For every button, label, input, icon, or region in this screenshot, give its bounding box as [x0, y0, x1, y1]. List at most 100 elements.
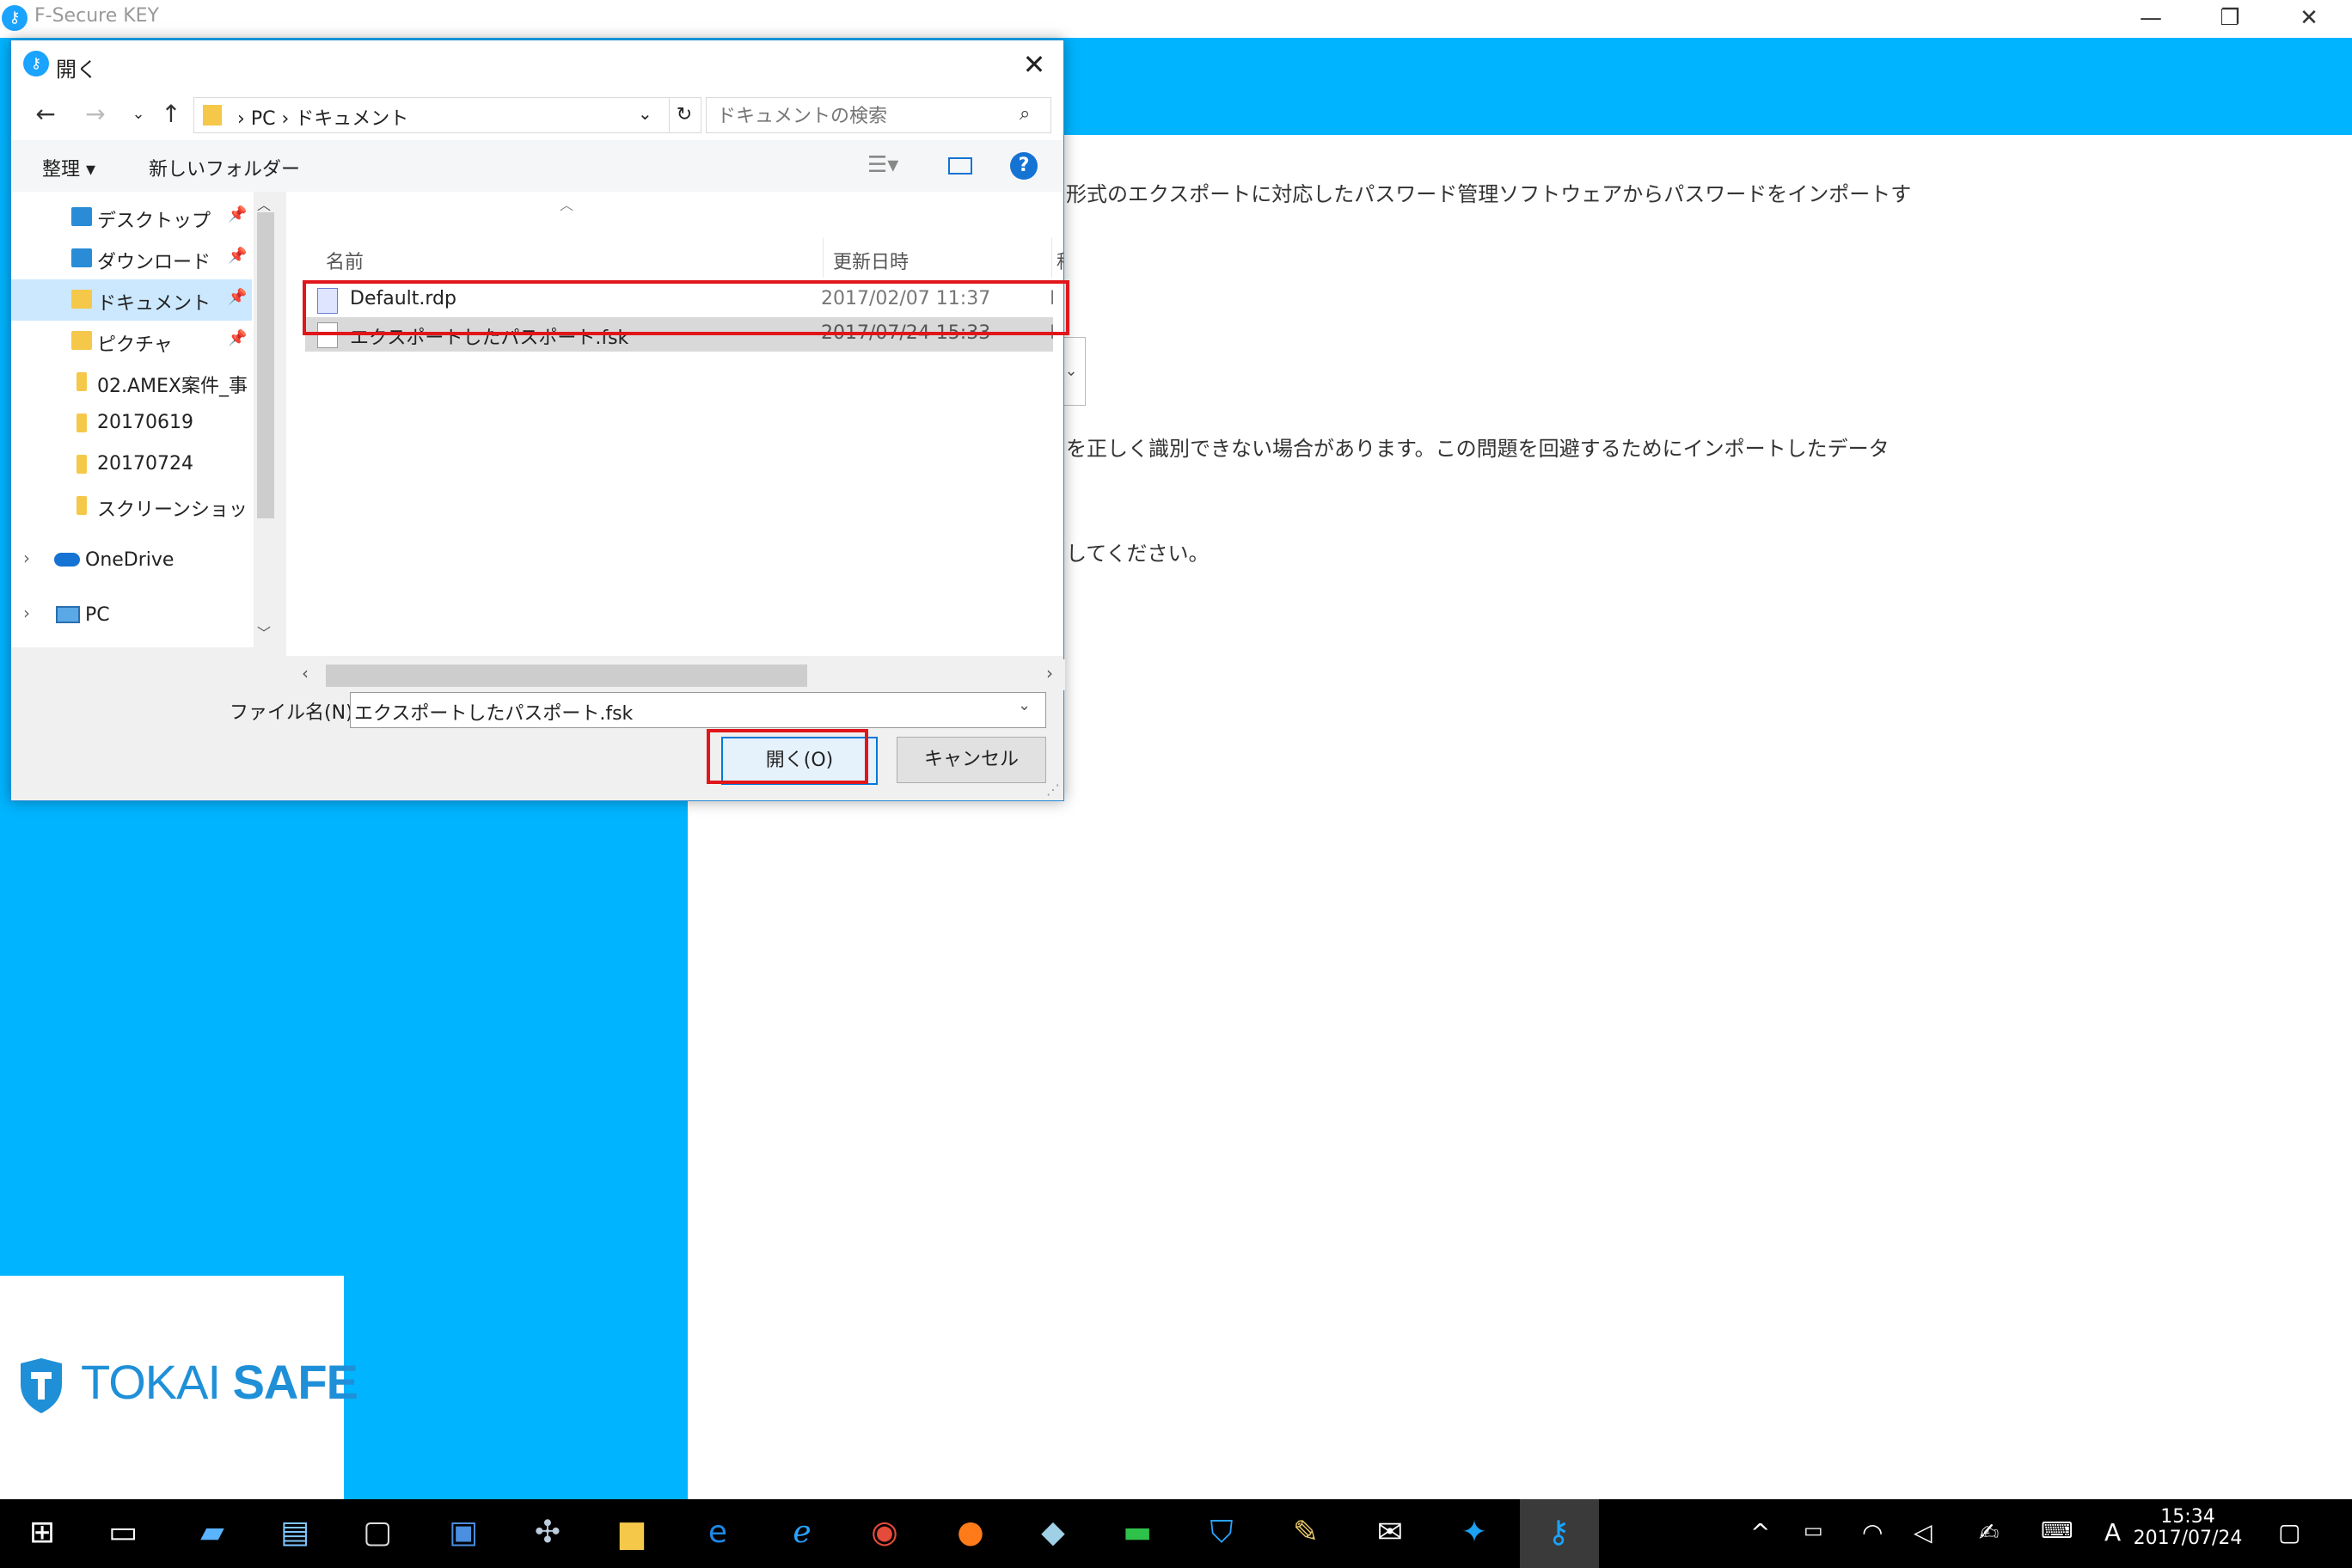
edge-browser-icon[interactable]: e	[696, 1511, 739, 1554]
preview-pane-icon[interactable]	[948, 157, 972, 175]
up-arrow-icon[interactable]: ↑	[156, 99, 187, 130]
windows-start-icon[interactable]: ⊞	[21, 1511, 64, 1554]
nav-scrollbar-thumb[interactable]	[257, 212, 274, 518]
scroll-down-icon[interactable]: ﹀	[257, 622, 271, 642]
column-header-type[interactable]: 種	[1057, 247, 1063, 274]
pen-workspace-icon[interactable]: ✍	[1979, 1518, 1999, 1547]
network-app-icon[interactable]: ✣	[526, 1511, 569, 1554]
wifi-icon[interactable]: ◠	[1862, 1518, 1883, 1547]
search-box[interactable]: ⌕	[706, 97, 1051, 133]
recent-locations-chevron-icon[interactable]: ⌄	[123, 99, 154, 130]
search-icon: ⌕	[1020, 103, 1031, 125]
expand-chevron-icon[interactable]: ›	[23, 603, 30, 623]
action-center-icon[interactable]: ▢	[2278, 1518, 2300, 1547]
onedrive-cloud-icon	[54, 553, 80, 567]
sort-indicator-icon: ︿	[560, 197, 574, 213]
nav-item-folder-20170619[interactable]: 20170619	[11, 403, 252, 444]
pc-app-icon[interactable]: ▰	[191, 1511, 234, 1554]
pin-icon: 📌	[228, 288, 248, 306]
notes-app-icon[interactable]: ✎	[1284, 1511, 1327, 1554]
downloads-folder-icon	[71, 248, 92, 267]
breadcrumb-documents[interactable]: ドキュメント	[295, 108, 408, 130]
dialog-title: 開く	[56, 58, 97, 82]
shield-logo-icon	[21, 1358, 62, 1413]
desktop-folder-icon	[71, 207, 92, 226]
nav-item-downloads[interactable]: ダウンロード 📌	[11, 238, 252, 279]
restore-button[interactable]: ❐	[2190, 0, 2269, 38]
dialog-close-button[interactable]: ✕	[1012, 46, 1057, 83]
refresh-icon[interactable]: ↻	[668, 97, 701, 133]
column-header-name[interactable]: 名前	[326, 247, 364, 274]
breadcrumb-pc[interactable]: PC	[251, 108, 276, 130]
touch-keyboard-icon[interactable]: ⌨	[2041, 1518, 2073, 1544]
key-icon: ⚷	[2, 5, 28, 31]
address-bar[interactable]: › PC › ドキュメント ⌄	[193, 97, 670, 133]
logo-text-thin: TOKAI	[81, 1355, 221, 1409]
command-prompt-icon[interactable]: ▢	[356, 1511, 399, 1554]
battery-icon[interactable]: ▭	[1804, 1518, 1823, 1542]
mail-icon[interactable]: ✉	[1369, 1511, 1412, 1554]
clock-date: 2017/07/24	[2133, 1528, 2243, 1549]
new-folder-button[interactable]: 新しいフォルダー	[149, 154, 300, 181]
close-button[interactable]: ✕	[2269, 0, 2349, 38]
folder-icon	[77, 413, 87, 432]
address-row: ← → ⌄ ↑ › PC › ドキュメント ⌄ ↻ ⌕	[11, 89, 1063, 140]
expand-chevron-icon[interactable]: ›	[23, 548, 30, 568]
filename-input[interactable]: エクスポートしたパスポート.fsk ⌄	[350, 692, 1046, 728]
app-tile-icon[interactable]: ◆	[1032, 1511, 1075, 1554]
control-panel-icon[interactable]: ▤	[273, 1511, 316, 1554]
scroll-right-icon[interactable]: ›	[1046, 663, 1053, 683]
organize-button[interactable]: 整理 ▾	[42, 154, 95, 181]
logo-text: TOKAI SAFE	[81, 1354, 358, 1410]
tokai-safe-shield-icon[interactable]: ⛉	[1200, 1511, 1243, 1554]
resize-grip-icon[interactable]: ⋰	[1046, 781, 1060, 798]
view-options-icon[interactable]: ☰▾	[867, 152, 898, 178]
volume-icon[interactable]: ◁	[1914, 1518, 1932, 1547]
nav-item-desktop[interactable]: デスクトップ 📌	[11, 197, 252, 238]
address-dropdown-icon[interactable]: ⌄	[638, 103, 652, 124]
nav-item-folder-amex[interactable]: 02.AMEX案件_事	[11, 362, 252, 403]
scroll-left-icon[interactable]: ‹	[302, 663, 309, 683]
content-text-2: を正しく識別できない場合があります。この問題を回避するためにインポートしたデータ	[1066, 437, 1890, 461]
remote-desktop-icon[interactable]: ▣	[442, 1511, 485, 1554]
taskbar: ⊞ ▭ ▰ ▤ ▢ ▣ ✣ ▆ e ℯ ◉ ● ◆ ▬ ⛉ ✎ ✉ ✦ ⚷ ^ …	[0, 1499, 2352, 1568]
ime-indicator[interactable]: A	[2104, 1518, 2121, 1547]
key-icon: ⚷	[23, 51, 49, 77]
task-view-icon[interactable]: ▭	[101, 1511, 144, 1554]
nav-item-documents[interactable]: ドキュメント 📌	[11, 279, 252, 321]
twitter-icon[interactable]: ✦	[1453, 1511, 1496, 1554]
help-icon[interactable]: ?	[1010, 152, 1038, 180]
pictures-folder-icon	[71, 331, 92, 350]
key-icon[interactable]: ⚷	[1537, 1511, 1580, 1554]
hscrollbar-thumb[interactable]	[326, 665, 807, 687]
line-app-icon[interactable]: ▬	[1116, 1511, 1159, 1554]
search-input[interactable]	[715, 103, 1002, 129]
pin-icon: 📌	[228, 329, 248, 347]
folder-icon	[77, 496, 87, 515]
cancel-button[interactable]: キャンセル	[897, 737, 1046, 783]
dialog-toolbar: 整理 ▾ 新しいフォルダー ☰▾ ?	[11, 140, 1063, 192]
minimize-button[interactable]: —	[2111, 0, 2190, 38]
content-text-3: してください。	[1066, 542, 1210, 566]
file-explorer-icon[interactable]: ▆	[610, 1511, 653, 1554]
nav-item-screenshots[interactable]: スクリーンショット	[11, 486, 266, 527]
forward-arrow-icon[interactable]: →	[80, 99, 111, 130]
nav-item-pc[interactable]: › PC	[11, 596, 252, 637]
content-text-1: 形式のエクスポートに対応したパスワード管理ソフトウェアからパスワードをインポート…	[1066, 182, 1912, 206]
taskbar-clock[interactable]: 15:34 2017/07/24	[2132, 1506, 2244, 1549]
nav-item-pictures[interactable]: ピクチャ 📌	[11, 321, 252, 362]
column-header-date[interactable]: 更新日時	[833, 247, 909, 274]
clock-time: 15:34	[2160, 1506, 2215, 1528]
computer-icon	[56, 606, 80, 623]
folder-icon	[77, 455, 87, 474]
scroll-up-icon[interactable]: ︿	[257, 193, 271, 214]
column-divider	[823, 238, 824, 278]
nav-item-onedrive[interactable]: › OneDrive	[11, 541, 252, 582]
chevron-down-icon[interactable]: ⌄	[1018, 696, 1031, 714]
nav-item-folder-20170724[interactable]: 20170724	[11, 444, 252, 486]
show-hidden-icons-chevron-icon[interactable]: ^	[1750, 1518, 1770, 1547]
internet-explorer-icon[interactable]: ℯ	[781, 1511, 824, 1554]
back-arrow-icon[interactable]: ←	[30, 99, 61, 130]
firefox-browser-icon[interactable]: ●	[949, 1511, 992, 1554]
chrome-browser-icon[interactable]: ◉	[863, 1511, 906, 1554]
